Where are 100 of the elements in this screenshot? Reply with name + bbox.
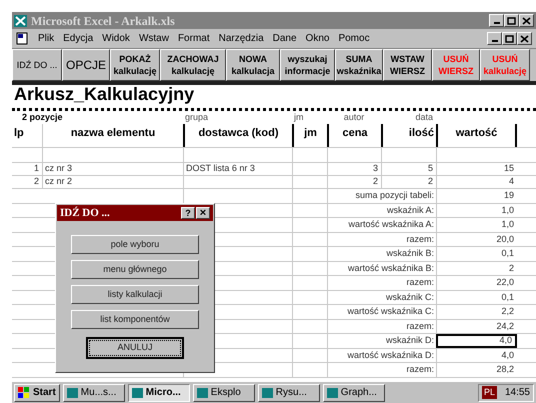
summary-label: wskaźnik B: [386, 247, 434, 260]
summary-label: razem: [406, 276, 434, 289]
window-title: Microsoft Excel - Arkalk.xls [31, 12, 175, 30]
value-cell[interactable]: 19 [436, 189, 517, 202]
maximize-icon [505, 34, 514, 42]
summary-label: suma pozycji tabeli: [355, 189, 434, 202]
dialog-button[interactable]: menu głównego [71, 260, 199, 279]
language-indicator[interactable]: PL [482, 386, 497, 400]
column-header: jm [304, 126, 317, 141]
taskbar-button[interactable]: Rysu... [258, 384, 320, 402]
help-button[interactable]: ? [181, 207, 195, 219]
table-cell-text: 2 [34, 175, 39, 188]
dialog-button[interactable]: pole wyboru [71, 235, 199, 254]
minimize-button[interactable] [487, 32, 502, 45]
toolbar-button[interactable]: POKAŻ kalkulację [110, 49, 160, 81]
toolbar-button[interactable]: SUMA wskaźnika [335, 49, 383, 81]
restore-button[interactable] [502, 32, 517, 45]
menu-item[interactable]: Plik [38, 31, 54, 46]
summary-label: wartość wskaźnika A: [348, 218, 434, 231]
value-cell[interactable]: 4,0 [436, 334, 517, 348]
minimize-icon [492, 40, 498, 42]
value-cell[interactable]: 2,2 [436, 305, 517, 318]
dialog-button[interactable]: listy kalkulacji [71, 285, 199, 304]
close-icon [522, 16, 531, 24]
dialog-button[interactable]: list komponentów [71, 310, 199, 329]
taskbar-button[interactable]: Eksplo [192, 384, 255, 402]
menu-item[interactable]: Edycja [63, 31, 94, 46]
menu-item[interactable]: Widok [102, 31, 130, 46]
info-label: data [414, 110, 434, 124]
table-cell-text: cz nr 2 [45, 175, 72, 188]
summary-label: razem: [406, 232, 434, 246]
toolbar-button[interactable]: OPCJE [62, 49, 110, 81]
value-cell[interactable]: 0,1 [436, 290, 517, 304]
taskbar-button[interactable]: Micro... [128, 384, 190, 402]
table-cell-text: 3 [372, 162, 378, 176]
start-button[interactable]: Start [14, 384, 60, 402]
summary-label: razem: [406, 363, 434, 376]
summary-label: wskaźnik D: [386, 334, 434, 347]
column-header: dostawca (kod) [198, 126, 279, 141]
taskbar-button[interactable]: Graph... [322, 384, 385, 402]
cancel-button[interactable]: ANULUJ [86, 337, 184, 359]
summary-label: wskaźnik A: [386, 204, 434, 216]
menu-item[interactable]: Okno [306, 31, 330, 46]
minimize-icon [494, 22, 500, 24]
value-cell[interactable]: 0,1 [436, 247, 517, 260]
toolbar-button[interactable]: ZACHOWAJ kalkulację [160, 49, 226, 81]
clock: 14:55 [504, 386, 530, 400]
table-cell-text: 4 [508, 175, 514, 188]
positions-count: 2 pozycje [21, 110, 64, 124]
value-cell[interactable]: 28,2 [436, 363, 517, 376]
maximize-button[interactable] [504, 14, 519, 27]
toolbar-button[interactable]: wyszukaj informacje [280, 49, 335, 81]
table-cell-text: 5 [428, 162, 433, 176]
app-icon [262, 388, 273, 398]
table-cell-text: DOST lista 6 nr 3 [186, 162, 255, 176]
flag-icon [18, 387, 30, 398]
close-button[interactable] [517, 32, 532, 45]
summary-label: wartość wskaźnika B: [348, 262, 434, 274]
column-header: cena [342, 126, 368, 141]
table-cell-text: cz nr 3 [45, 162, 72, 176]
taskbar-button[interactable]: Mu...s... [62, 384, 125, 402]
menu-item[interactable]: Pomoc [338, 31, 370, 46]
column-header: nazwa elementu [70, 126, 156, 141]
close-button[interactable] [519, 14, 534, 27]
table-cell-text: 1 [34, 162, 39, 176]
app-icon [326, 388, 338, 398]
app-icon [14, 14, 27, 26]
value-cell[interactable]: 20,0 [436, 232, 517, 246]
app-icon [132, 388, 143, 398]
info-label: autor [342, 110, 366, 124]
table-cell-text: 2 [428, 175, 433, 188]
value-cell[interactable]: 24,2 [436, 320, 517, 333]
menu-item[interactable]: Narzędzia [218, 31, 264, 46]
summary-label: wartość wskaźnika D: [347, 348, 434, 362]
toolbar-button[interactable]: NOWA kalkulacja [226, 49, 280, 81]
info-label: grupa [184, 110, 210, 124]
toolbar-button[interactable]: IDŹ DO ... [12, 49, 62, 81]
menu-item[interactable]: Wstaw [138, 31, 169, 46]
app-icon [66, 388, 78, 398]
info-label: jm [292, 110, 304, 124]
menu-item[interactable]: Format [178, 31, 210, 46]
column-header: wartość [456, 126, 498, 141]
maximize-icon [507, 16, 516, 24]
close-icon [520, 34, 529, 42]
summary-label: razem: [406, 320, 434, 332]
menu-item[interactable]: Dane [272, 31, 297, 46]
close-button[interactable]: × [196, 207, 210, 219]
value-cell[interactable]: 1,0 [436, 204, 517, 217]
document-icon [16, 32, 29, 45]
value-cell[interactable]: 22,0 [436, 276, 517, 290]
toolbar-button[interactable]: WSTAW WIERSZ [383, 49, 432, 81]
column-header: lp [14, 126, 24, 141]
value-cell[interactable]: 2 [436, 262, 517, 275]
summary-label: wskaźnik C: [386, 290, 434, 304]
column-header: ilość [408, 126, 434, 141]
minimize-button[interactable] [489, 14, 504, 27]
value-cell[interactable]: 1,0 [436, 218, 517, 232]
value-cell[interactable]: 4,0 [436, 348, 517, 362]
app-icon [196, 388, 208, 398]
dialog-title: IDŹ DO ... [60, 206, 110, 221]
